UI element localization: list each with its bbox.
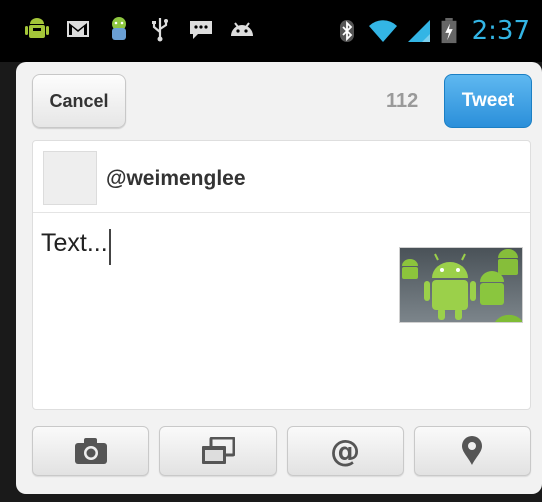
gallery-button[interactable] <box>159 426 277 476</box>
gallery-icon <box>201 437 235 464</box>
compose-tweet-dialog: Cancel 112 Tweet @weimenglee Text... @ <box>16 62 542 494</box>
android-figures-photo <box>400 248 522 322</box>
cancel-button[interactable]: Cancel <box>32 74 126 128</box>
battery-charging-icon <box>441 18 457 44</box>
location-pin-icon <box>462 436 483 465</box>
chat-icon <box>190 21 212 39</box>
character-count: 112 <box>386 90 419 112</box>
attached-photo-thumbnail[interactable] <box>399 247 523 323</box>
usb-icon <box>152 18 168 42</box>
account-handle: @weimenglee <box>106 167 246 190</box>
location-button[interactable] <box>413 426 531 476</box>
tweet-text-value: Text... <box>41 229 108 257</box>
wifi-icon <box>368 20 397 42</box>
signal-icon <box>407 20 430 42</box>
compose-area: @weimenglee Text... <box>32 140 531 410</box>
android-debug-icon <box>25 18 49 38</box>
status-bar: 2:37 <box>0 0 542 62</box>
notification-icons <box>24 16 255 42</box>
android-head-icon <box>231 22 253 36</box>
dialog-header: Cancel 112 Tweet <box>16 62 542 140</box>
status-clock: 2:37 <box>471 16 530 46</box>
system-icons: 2:37 <box>334 14 530 48</box>
camera-icon <box>74 438 107 464</box>
avatar <box>43 151 97 205</box>
tweet-button[interactable]: Tweet <box>444 74 532 128</box>
account-row: @weimenglee <box>33 141 530 213</box>
camera-button[interactable] <box>32 426 150 476</box>
attachment-toolbar: @ <box>32 426 531 476</box>
mention-icon: @ <box>330 433 361 469</box>
gmail-icon <box>67 21 89 37</box>
bluetooth-icon <box>339 20 354 42</box>
text-cursor <box>108 229 111 265</box>
tweet-text-field[interactable]: Text... <box>41 229 111 265</box>
mention-button[interactable]: @ <box>286 426 404 476</box>
android-robot-icon <box>112 17 126 40</box>
